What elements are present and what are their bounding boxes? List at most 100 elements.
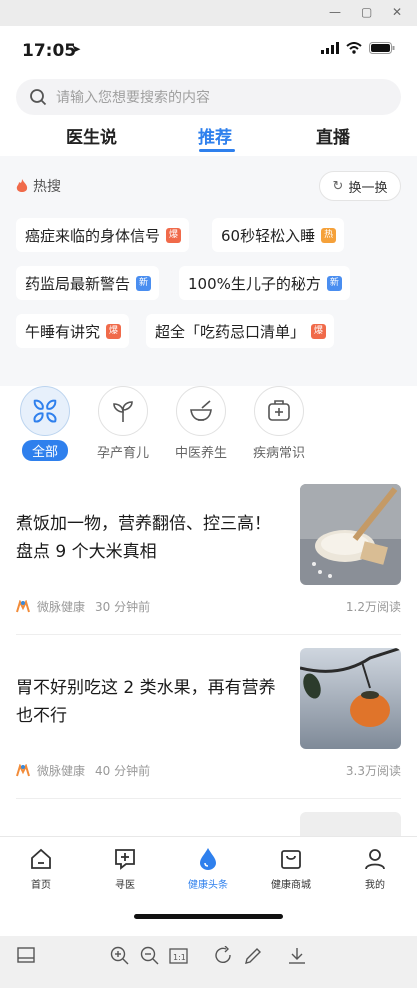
hot-badge: 爆 xyxy=(106,323,122,339)
hot-badge: 爆 xyxy=(311,323,327,339)
phone-screen: 17:05 ➤ 医生说 推荐 直播 热搜 ↻ 换一换 癌症来临的身体信号 爆 xyxy=(0,26,417,936)
mortar-icon xyxy=(176,386,226,436)
hot-chip-text: 100%生儿子的秘方 xyxy=(188,274,321,293)
category-all[interactable]: 全部 xyxy=(10,386,80,461)
window-chrome: — ▢ ✕ xyxy=(0,0,417,26)
category-tcm[interactable]: 中医养生 xyxy=(166,386,236,461)
hot-chip[interactable]: 午睡有讲究 爆 xyxy=(16,314,130,348)
actual-size-icon[interactable]: 1:1 xyxy=(169,946,189,966)
category-label: 孕产育儿 xyxy=(96,446,149,461)
nav-label: 首页 xyxy=(31,880,51,891)
nav-label: 健康商城 xyxy=(271,880,311,891)
article-source: 微脉健康 xyxy=(37,764,86,778)
user-icon xyxy=(365,849,385,870)
category-label: 中医养生 xyxy=(174,446,227,461)
category-disease[interactable]: 疾病常识 xyxy=(244,386,314,461)
home-indicator[interactable] xyxy=(134,914,283,919)
tab-doctor-says[interactable]: 医生说 xyxy=(66,123,117,148)
hot-badge: 热 xyxy=(321,227,337,243)
nav-home[interactable]: 首页 xyxy=(11,847,71,891)
nav-health-mall[interactable]: 健康商城 xyxy=(261,847,321,891)
wifi-icon xyxy=(346,42,362,54)
hot-chip[interactable]: 药监局最新警告 新 xyxy=(16,266,160,300)
status-bar: 17:05 ➤ xyxy=(0,26,417,76)
source-logo-icon xyxy=(16,764,30,777)
article-thumbnail-partial xyxy=(300,812,401,836)
minimize-icon[interactable]: — xyxy=(329,5,341,19)
refresh-button[interactable]: ↻ 换一换 xyxy=(319,171,401,201)
article-meta: 微脉健康 40 分钟前 xyxy=(16,762,150,779)
hot-badge: 爆 xyxy=(166,227,182,243)
medical-chat-icon xyxy=(115,849,135,870)
hot-search-title: 热搜 xyxy=(33,179,61,195)
location-arrow-icon: ➤ xyxy=(71,42,82,56)
search-icon xyxy=(30,89,47,106)
rotate-icon[interactable] xyxy=(214,946,234,966)
tab-recommended[interactable]: 推荐 xyxy=(198,123,232,148)
article-meta: 微脉健康 30 分钟前 xyxy=(16,598,150,615)
hot-chip[interactable]: 癌症来临的身体信号 爆 xyxy=(16,218,190,252)
article-thumbnail-persimmon xyxy=(300,648,401,749)
category-label: 全部 xyxy=(21,440,68,461)
article-reads: 1.2万阅读 xyxy=(345,600,401,614)
hot-chip[interactable]: 超全「吃药忌口清单」 爆 xyxy=(146,314,335,348)
hot-chip-text: 60秒轻松入睡 xyxy=(221,226,316,245)
maximize-icon[interactable]: ▢ xyxy=(361,5,372,19)
article-title: 煮饭加一物，营养翻倍、控三高！盘点 9 个大米真相 xyxy=(16,514,271,562)
search-input[interactable] xyxy=(54,79,358,117)
close-icon[interactable]: ✕ xyxy=(392,5,402,19)
nav-label: 我的 xyxy=(365,880,385,891)
zoom-out-icon[interactable] xyxy=(140,946,160,966)
zoom-in-icon[interactable] xyxy=(110,946,130,966)
category-row: 全部 孕产育儿 中医养生 疾病常识 xyxy=(0,386,417,466)
category-pregnancy[interactable]: 孕产育儿 xyxy=(88,386,158,461)
hot-search-section: 热搜 ↻ 换一换 癌症来临的身体信号 爆 60秒轻松入睡 热 药监局最新警告 新… xyxy=(0,156,417,386)
article-card[interactable]: 煮饭加一物，营养翻倍、控三高！盘点 9 个大米真相 微脉健康 30 分钟前 1.… xyxy=(16,484,401,635)
layout-icon[interactable] xyxy=(17,946,35,964)
article-title: 胃不好别吃这 2 类水果，再有营养也不行 xyxy=(16,678,276,726)
viewer-toolbar: 1:1 xyxy=(0,936,417,988)
refresh-icon: ↻ xyxy=(332,178,344,194)
hot-chip-text: 药监局最新警告 xyxy=(25,274,131,293)
article-card[interactable]: 胃不好别吃这 2 类水果，再有营养也不行 微脉健康 40 分钟前 3.3万阅读 xyxy=(16,648,401,799)
status-time: 17:05 xyxy=(22,41,77,61)
hot-chip-text: 癌症来临的身体信号 xyxy=(25,226,161,245)
tab-live[interactable]: 直播 xyxy=(316,123,350,148)
tab-indicator xyxy=(199,149,235,152)
svg-text:1:1: 1:1 xyxy=(173,953,186,962)
flame-icon xyxy=(16,178,28,192)
nav-label: 健康头条 xyxy=(188,880,228,891)
article-time: 30 分钟前 xyxy=(95,600,151,614)
home-icon xyxy=(31,848,51,869)
article-thumbnail-rice xyxy=(300,484,401,585)
nav-mine[interactable]: 我的 xyxy=(345,847,405,891)
nav-find-doctor[interactable]: 寻医 xyxy=(95,847,155,891)
tab-bar: 医生说 推荐 直播 xyxy=(0,118,417,156)
nav-label: 寻医 xyxy=(115,880,135,891)
shopping-bag-icon xyxy=(281,850,301,869)
water-drop-icon xyxy=(200,848,216,870)
hot-chip[interactable]: 60秒轻松入睡 热 xyxy=(212,218,345,252)
article-time: 40 分钟前 xyxy=(95,764,151,778)
refresh-label: 换一换 xyxy=(348,180,388,196)
pencil-icon[interactable] xyxy=(243,946,263,966)
medkit-icon xyxy=(254,386,304,436)
article-reads: 3.3万阅读 xyxy=(345,764,401,778)
bottom-nav: 首页 寻医 健康头条 健康商城 我的 xyxy=(0,836,417,936)
hot-chip-text: 超全「吃药忌口清单」 xyxy=(155,322,306,341)
source-logo-icon xyxy=(16,600,30,613)
hot-badge: 新 xyxy=(326,275,342,291)
nav-health-news[interactable]: 健康头条 xyxy=(178,847,238,891)
download-icon[interactable] xyxy=(287,946,307,966)
article-source: 微脉健康 xyxy=(37,600,86,614)
category-label: 疾病常识 xyxy=(252,446,305,461)
hot-chip[interactable]: 100%生儿子的秘方 新 xyxy=(179,266,350,300)
hot-search-header: 热搜 xyxy=(16,176,61,196)
grid-icon xyxy=(20,386,70,436)
sprout-icon xyxy=(98,386,148,436)
search-bar[interactable] xyxy=(16,79,401,117)
hot-badge: 新 xyxy=(136,275,152,291)
hot-chip-text: 午睡有讲究 xyxy=(25,322,101,341)
battery-icon xyxy=(369,42,395,54)
signal-icon xyxy=(321,42,339,54)
